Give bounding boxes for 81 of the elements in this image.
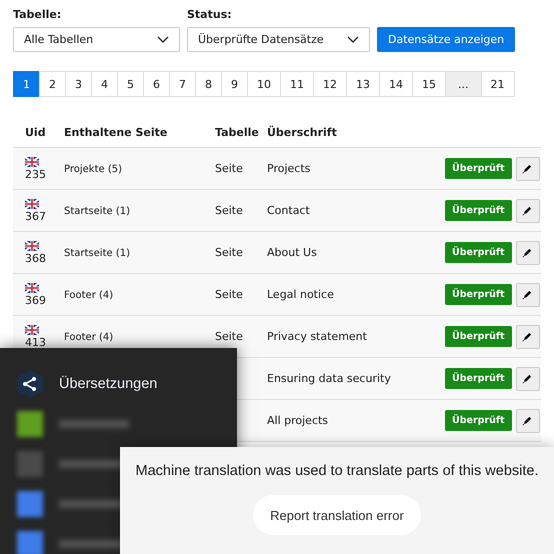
show-records-button[interactable]: Datensätze anzeigen [377, 27, 516, 52]
heading-cell: Projects [267, 162, 310, 175]
heading-cell: All projects [267, 414, 328, 427]
edit-button[interactable] [516, 324, 540, 348]
dropdown[interactable]: Alle Tabellen [13, 27, 180, 52]
heading-cell: Privacy statement [267, 330, 367, 343]
blurred-text [59, 420, 129, 428]
edit-button[interactable] [516, 198, 540, 222]
edit-button[interactable] [516, 282, 540, 306]
page-link[interactable]: 1 [13, 71, 40, 97]
column-header: Überschrift [267, 126, 338, 138]
status-button[interactable]: Überprüft [445, 158, 512, 179]
heading-cell: About Us [267, 246, 317, 259]
page-cell: Startseite (1) [64, 248, 130, 259]
pencil-icon [522, 415, 534, 426]
chevron-down-icon [347, 36, 359, 44]
status-button[interactable]: Überprüft [445, 410, 512, 431]
status-button[interactable]: Überprüft [445, 284, 512, 305]
table-cell: Seite [215, 330, 243, 343]
edit-button[interactable] [516, 366, 540, 390]
page-link[interactable]: 3 [65, 71, 92, 97]
uk-flag-icon [25, 156, 39, 166]
page-cell: Projekte (5) [64, 164, 122, 175]
edit-button[interactable] [516, 240, 540, 264]
uk-flag-icon [25, 324, 39, 334]
page-cell: Footer (4) [64, 290, 114, 301]
page-link[interactable]: 21 [480, 71, 514, 97]
column-header: Enthaltene Seite [64, 126, 168, 138]
page-link[interactable]: 10 [247, 71, 281, 97]
page-link[interactable]: 2 [39, 71, 66, 97]
status-button[interactable]: Überprüft [445, 326, 512, 347]
edit-button[interactable] [516, 408, 540, 432]
uid-cell: 235 [25, 168, 46, 180]
status-button[interactable]: Überprüft [445, 242, 512, 263]
heading-cell: Ensuring data security [267, 372, 391, 385]
page-link[interactable]: 15 [412, 71, 446, 97]
edit-button[interactable] [516, 156, 540, 180]
share-icon [17, 370, 43, 398]
pencil-icon [522, 205, 534, 216]
heading-cell: Contact [267, 204, 310, 217]
heading-cell: Legal notice [267, 288, 334, 301]
pagination-ellipsis[interactable]: ... [445, 71, 482, 97]
column-header: Uid [24, 126, 47, 138]
page-cell: Startseite (1) [64, 206, 130, 217]
uk-flag-icon [25, 198, 39, 208]
page-link[interactable]: 13 [346, 71, 380, 97]
uid-cell: 369 [25, 294, 46, 306]
page-link[interactable]: 5 [117, 71, 144, 97]
dropdown[interactable]: Überprüfte Datensätze [187, 27, 370, 52]
uid-cell: 367 [25, 210, 46, 222]
status-button[interactable]: Überprüft [445, 368, 512, 389]
page-link[interactable]: 11 [280, 71, 314, 97]
page-link[interactable]: 6 [143, 71, 170, 97]
pencil-icon [522, 331, 534, 342]
pencil-icon [522, 289, 534, 300]
chevron-down-icon [157, 36, 169, 44]
page-link[interactable]: 4 [91, 71, 118, 97]
table-cell: Seite [215, 288, 243, 301]
pencil-icon [522, 373, 534, 384]
uk-flag-icon [25, 240, 39, 250]
column-header: Tabelle [215, 126, 260, 138]
table-cell: Seite [215, 246, 243, 259]
report-error-button[interactable]: Report translation error [253, 495, 421, 535]
page-cell: Footer (4) [64, 332, 114, 343]
filter-label: Status: [187, 8, 233, 21]
page-link[interactable]: 9 [221, 71, 248, 97]
uid-cell: 413 [25, 336, 46, 348]
page-link[interactable]: 7 [169, 71, 196, 97]
filter-label: Tabelle: [13, 8, 62, 21]
page-link[interactable]: 8 [195, 71, 222, 97]
page-link[interactable]: 14 [379, 71, 413, 97]
table-cell: Seite [215, 162, 243, 175]
status-button[interactable]: Überprüft [445, 200, 512, 221]
uk-flag-icon [25, 282, 39, 292]
page-link[interactable]: 12 [313, 71, 347, 97]
pencil-icon [522, 247, 534, 258]
uid-cell: 368 [25, 252, 46, 264]
table-cell: Seite [215, 204, 243, 217]
pencil-icon [522, 163, 534, 174]
menu-item[interactable]: Übersetzungen [59, 376, 158, 392]
notice-text: Machine translation was used to translate parts of this website. [136, 463, 538, 479]
